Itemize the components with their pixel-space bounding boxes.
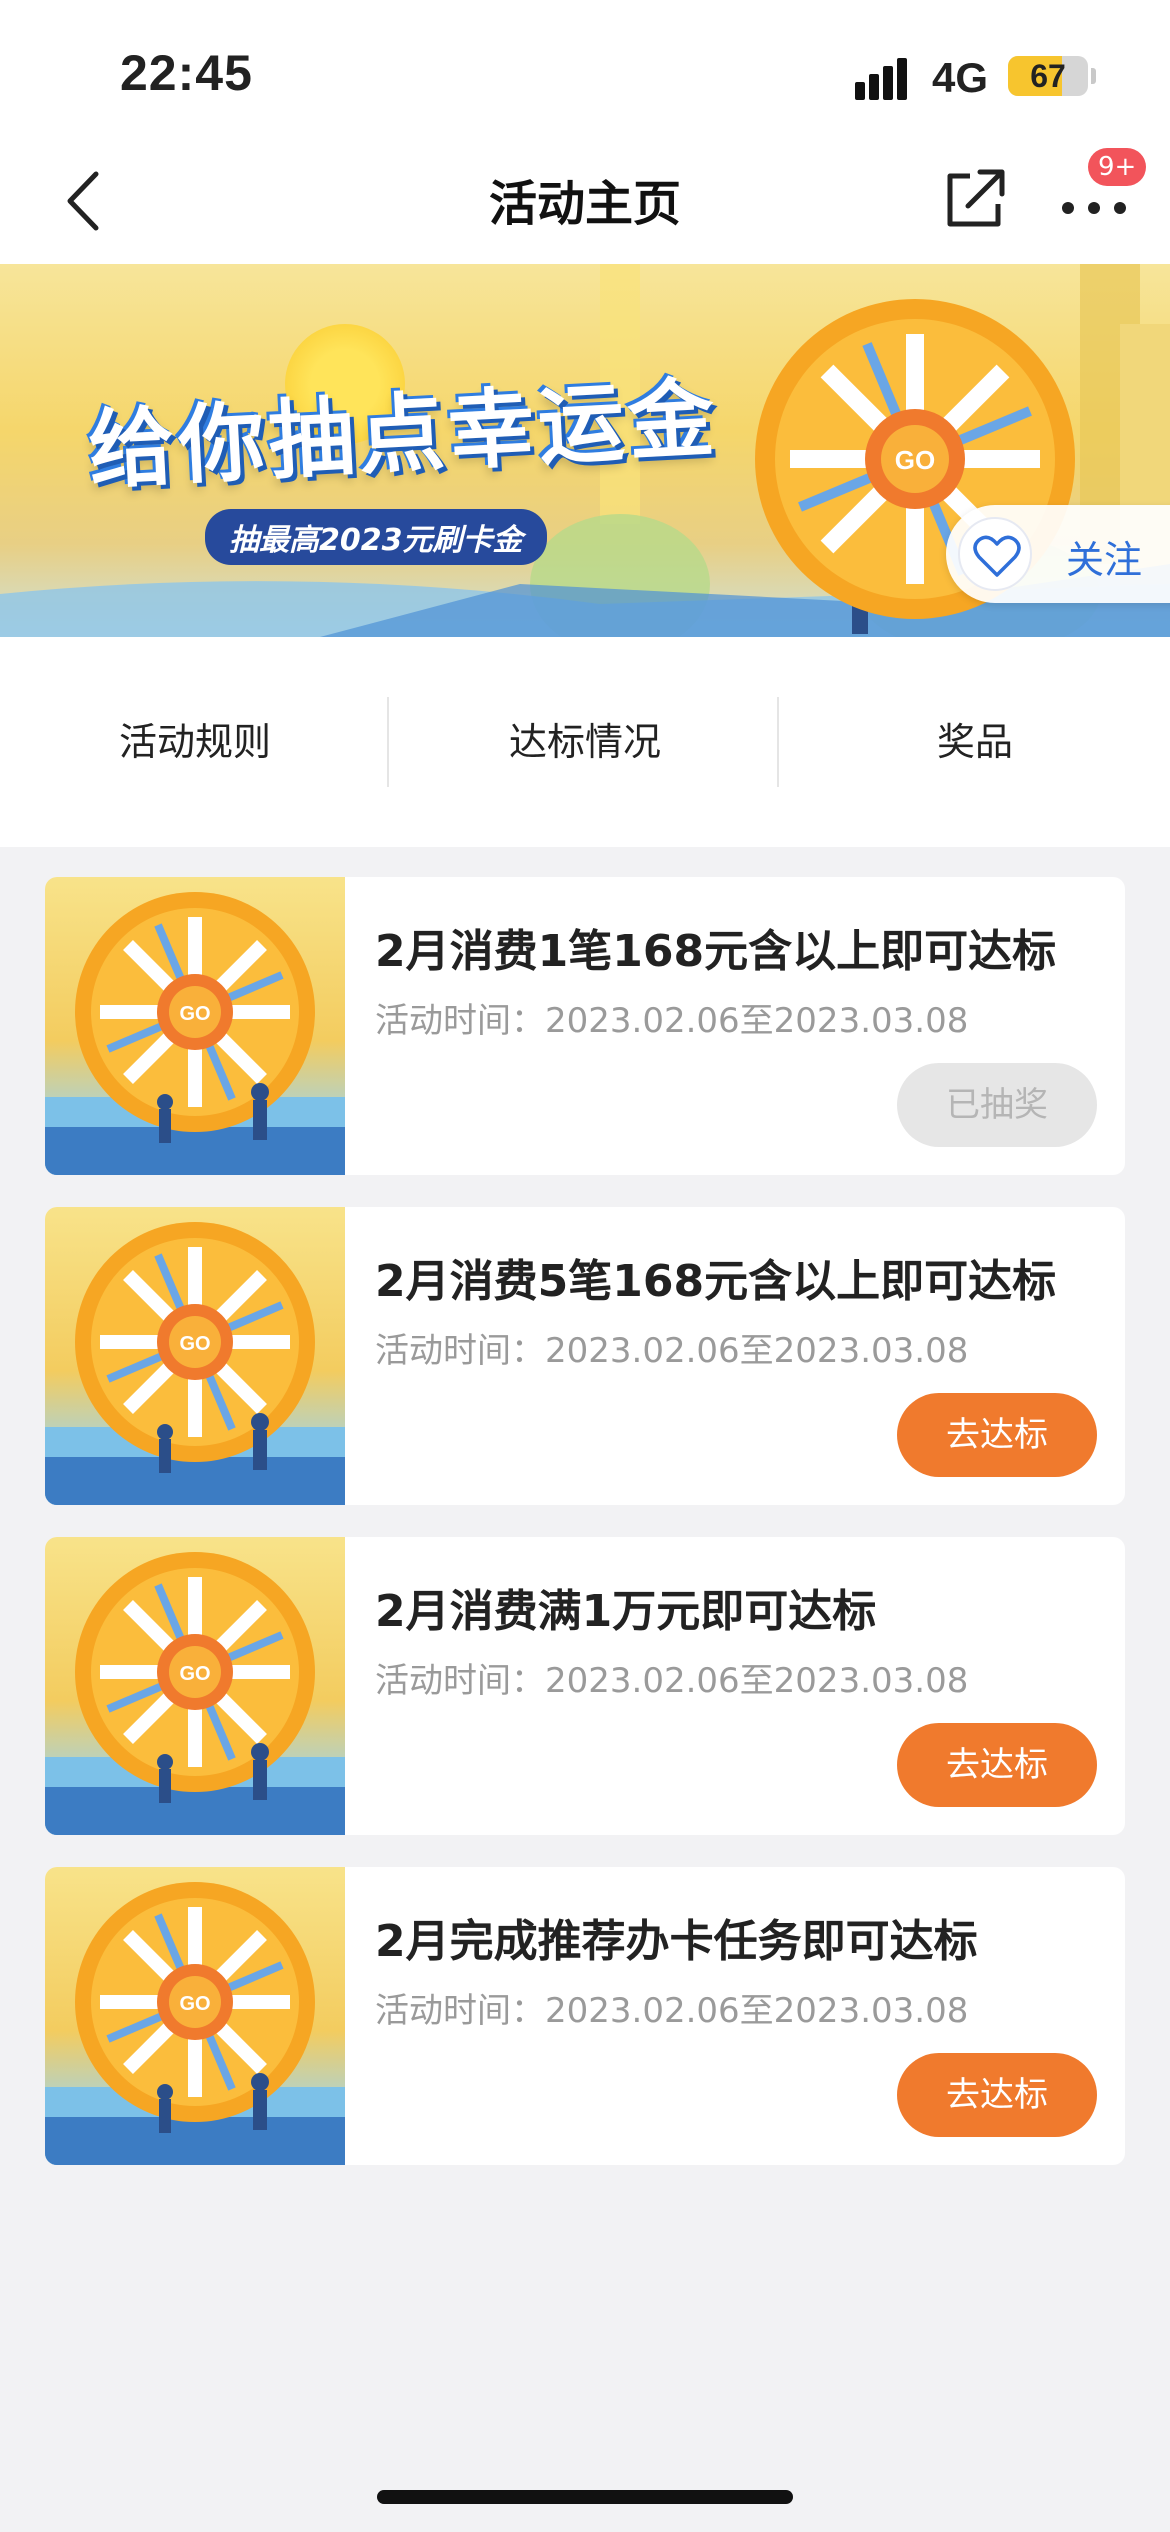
svg-text:GO: GO bbox=[179, 1003, 210, 1025]
nav-bar: 活动主页 bbox=[0, 140, 1170, 264]
prize-wheel-thumb-icon: GO bbox=[45, 1222, 345, 1505]
share-icon bbox=[947, 169, 1005, 227]
follow-button[interactable]: 关注 bbox=[946, 505, 1170, 603]
battery-cap bbox=[1091, 68, 1096, 84]
follow-label: 关注 bbox=[1066, 538, 1143, 582]
task-card[interactable]: GO 2月消费5笔168元含以上即可达标 活动时间：2023.02.06至202… bbox=[45, 1207, 1125, 1505]
task-time: 活动时间：2023.02.06至2023.03.08 bbox=[375, 1661, 969, 1701]
tab-divider bbox=[777, 697, 779, 787]
share-button[interactable] bbox=[940, 164, 1010, 234]
task-card[interactable]: GO 2月消费满1万元即可达标 活动时间：2023.02.06至2023.03.… bbox=[45, 1537, 1125, 1835]
notification-badge: 9+ bbox=[1088, 148, 1147, 186]
svg-text:GO: GO bbox=[895, 445, 935, 475]
task-title: 2月消费1笔168元含以上即可达标 bbox=[375, 926, 1057, 977]
tab-rules[interactable]: 活动规则 bbox=[0, 637, 390, 847]
go-reach-button[interactable]: 去达标 bbox=[897, 1393, 1097, 1477]
status-bar: 22:45 4G 67 bbox=[0, 0, 1170, 140]
prize-wheel-thumb-icon: GO bbox=[45, 892, 345, 1175]
task-title: 2月消费5笔168元含以上即可达标 bbox=[375, 1256, 1057, 1307]
task-card[interactable]: GO 2月完成推荐办卡任务即可达标 活动时间：2023.02.06至2023.0… bbox=[45, 1867, 1125, 2165]
network-type: 4G bbox=[932, 54, 989, 101]
svg-text:GO: GO bbox=[179, 1333, 210, 1355]
home-indicator[interactable] bbox=[377, 2490, 793, 2504]
heart-icon bbox=[958, 517, 1032, 591]
go-reach-button[interactable]: 去达标 bbox=[897, 1723, 1097, 1807]
battery-level: 67 bbox=[1030, 58, 1066, 94]
svg-text:GO: GO bbox=[179, 1663, 210, 1685]
prize-wheel-thumb-icon: GO bbox=[45, 1552, 345, 1835]
go-reach-button[interactable]: 去达标 bbox=[897, 2053, 1097, 2137]
task-title: 2月完成推荐办卡任务即可达标 bbox=[375, 1916, 978, 1967]
task-thumbnail: GO bbox=[45, 1537, 345, 1835]
task-thumbnail: GO bbox=[45, 1867, 345, 2165]
prize-wheel-thumb-icon: GO bbox=[45, 1882, 345, 2165]
battery-icon: 67 bbox=[1008, 56, 1088, 96]
task-time: 活动时间：2023.02.06至2023.03.08 bbox=[375, 1331, 969, 1371]
signal-icon bbox=[855, 56, 915, 100]
task-thumbnail: GO bbox=[45, 877, 345, 1175]
tab-status[interactable]: 达标情况 bbox=[390, 637, 780, 847]
task-time: 活动时间：2023.02.06至2023.03.08 bbox=[375, 1001, 969, 1041]
tab-prizes[interactable]: 奖品 bbox=[780, 637, 1170, 847]
status-time: 22:45 bbox=[120, 45, 253, 101]
task-title: 2月消费满1万元即可达标 bbox=[375, 1586, 877, 1637]
task-card[interactable]: GO 2月消费1笔168元含以上即可达标 活动时间：2023.02.06至202… bbox=[45, 877, 1125, 1175]
task-time: 活动时间：2023.02.06至2023.03.08 bbox=[375, 1991, 969, 2031]
task-thumbnail: GO bbox=[45, 1207, 345, 1505]
tab-bar: 活动规则 达标情况 奖品 bbox=[0, 637, 1170, 847]
svg-text:GO: GO bbox=[179, 1993, 210, 2015]
banner-subtitle: 抽最高2023元刷卡金 bbox=[205, 509, 547, 565]
drawn-button: 已抽奖 bbox=[897, 1063, 1097, 1147]
tab-divider bbox=[387, 697, 389, 787]
